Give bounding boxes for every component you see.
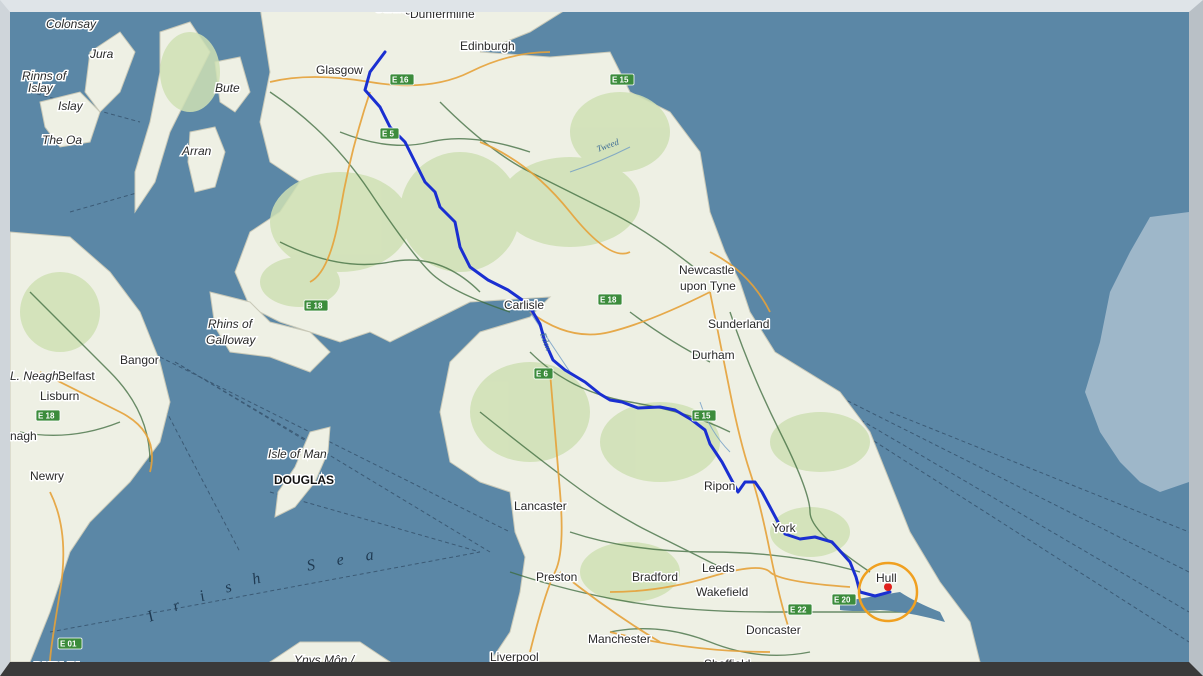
road-shield-e18c: E 18 bbox=[35, 409, 61, 422]
place-label-bute: Bute bbox=[215, 81, 240, 95]
place-label-newcastle2: upon Tyne bbox=[680, 279, 736, 293]
place-label-bradford: Bradford bbox=[632, 570, 678, 584]
road-shield-e15a: E 15 bbox=[609, 73, 635, 86]
place-label-bangor: Bangor bbox=[120, 353, 159, 367]
place-label-leeds: Leeds bbox=[702, 561, 735, 575]
road-shield-label: E 6 bbox=[536, 370, 549, 379]
place-label-arran: Arran bbox=[181, 144, 212, 158]
road-shield-label: E 18 bbox=[38, 412, 55, 421]
place-label-rinns2: Islay bbox=[28, 81, 54, 95]
place-label-belfast: Belfast bbox=[58, 369, 95, 383]
place-label-wakefield: Wakefield bbox=[696, 585, 748, 599]
road-shield-label: E 5 bbox=[382, 130, 395, 139]
place-label-newcastle1: Newcastle bbox=[679, 263, 735, 277]
place-label-liverpool: Liverpool bbox=[490, 650, 539, 662]
place-label-doncaster: Doncaster bbox=[746, 623, 801, 637]
road-shield-e20: E 20 bbox=[831, 593, 857, 606]
place-label-manchester: Manchester bbox=[588, 632, 651, 646]
place-label-carlisle: Carlisle bbox=[504, 298, 544, 312]
road-shield-e01: E 01 bbox=[57, 637, 83, 650]
road-shield-label: E 18 bbox=[306, 302, 323, 311]
place-label-islay: Islay bbox=[58, 99, 84, 113]
place-label-sheffield: Sheffield bbox=[704, 657, 750, 662]
place-label-rhins1: Rhins of bbox=[208, 317, 254, 331]
road-shield-label: E 22 bbox=[790, 606, 807, 615]
road-shield-label: E 01 bbox=[60, 640, 77, 649]
place-label-preston: Preston bbox=[536, 570, 577, 584]
place-label-isleofman: Isle of Man bbox=[268, 447, 327, 461]
road-shield-e18a: E 18 bbox=[303, 299, 329, 312]
place-label-glasgow: Glasgow bbox=[316, 63, 363, 77]
map-canvas[interactable]: E 16 E 15 E 5 E 18 E 18 E 15 E 18 E 6 E 22 E 20 E … bbox=[10, 12, 1189, 662]
place-label-jura: Jura bbox=[89, 47, 114, 61]
place-label-hull: Hull bbox=[876, 571, 897, 585]
place-label-lancaster: Lancaster bbox=[514, 499, 567, 513]
place-label-stirling: Stirling bbox=[375, 12, 412, 15]
place-label-newry: Newry bbox=[30, 469, 64, 483]
place-label-theoa: The Oa bbox=[42, 133, 82, 147]
place-label-ripon: Ripon bbox=[704, 479, 735, 493]
place-label-lneagh: L. Neagh bbox=[10, 369, 59, 383]
road-shield-label: E 20 bbox=[834, 596, 851, 605]
place-label-edinburgh: Edinburgh bbox=[460, 39, 515, 53]
place-label-sunderland: Sunderland bbox=[708, 317, 769, 331]
place-label-york: York bbox=[772, 521, 797, 535]
place-label-nagh: nagh bbox=[10, 429, 37, 443]
road-shield-e18b: E 18 bbox=[597, 293, 623, 306]
road-shield-label: E 15 bbox=[694, 412, 711, 421]
road-shield-e5: E 5 bbox=[379, 127, 400, 140]
place-label-durham: Durham bbox=[692, 348, 735, 362]
road-shield-e15b: E 15 bbox=[691, 409, 717, 422]
road-shield-e6: E 6 bbox=[533, 367, 554, 380]
road-shield-label: E 16 bbox=[392, 76, 409, 85]
place-label-lisburn: Lisburn bbox=[40, 389, 79, 403]
place-label-douglas: DOUGLAS bbox=[274, 473, 334, 487]
road-shield-e22: E 22 bbox=[787, 603, 813, 616]
place-label-ynysmon: Ynys Môn / bbox=[294, 653, 356, 662]
road-shield-e16: E 16 bbox=[389, 73, 415, 86]
road-shield-label: E 18 bbox=[600, 296, 617, 305]
place-label-dublin: DUBLIN bbox=[34, 660, 79, 662]
map-window: E 16 E 15 E 5 E 18 E 18 E 15 E 18 E 6 E 22 E 20 E … bbox=[0, 0, 1203, 676]
place-label-dunfermline: Dunfermline bbox=[410, 12, 475, 21]
place-label-rhins2: Galloway bbox=[206, 333, 256, 347]
road-shield-label: E 15 bbox=[612, 76, 629, 85]
place-label-colonsay: Colonsay bbox=[46, 17, 97, 31]
